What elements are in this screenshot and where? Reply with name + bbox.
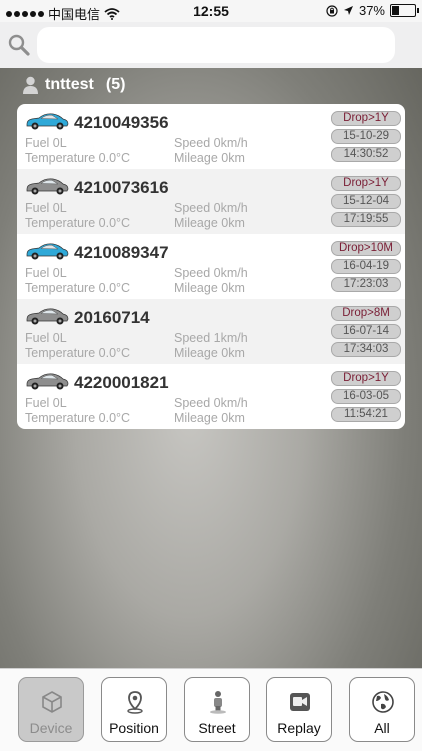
date-badge: 15-12-04: [331, 194, 401, 209]
time-badge: 11:54:21: [331, 407, 401, 422]
cube-icon: [42, 691, 62, 713]
mileage-value: Mileage 0km: [174, 216, 245, 230]
video-replay-icon: [290, 693, 310, 711]
location-arrow-icon: [343, 6, 353, 15]
mileage-value: Mileage 0km: [174, 411, 245, 425]
drop-badge: Drop>1Y: [331, 111, 401, 126]
device-row[interactable]: 4210049356 Fuel 0L Temperature 0.0°C Speed …: [17, 104, 405, 169]
mileage-value: Mileage 0km: [174, 151, 245, 165]
speed-value: Speed 0km/h: [174, 136, 248, 150]
location-pin-icon: [127, 691, 143, 714]
tab-label: Replay: [277, 720, 321, 736]
time-badge: 17:34:03: [331, 342, 401, 357]
car-icon: [26, 308, 69, 325]
time-badge: 17:19:55: [331, 212, 401, 227]
device-row[interactable]: 20160714 Fuel 0L Temperature 0.0°C Speed 1k…: [17, 299, 405, 364]
fuel-value: Fuel 0L: [25, 396, 67, 410]
temperature-value: Temperature 0.0°C: [25, 281, 131, 295]
orientation-lock-icon: [326, 4, 338, 17]
group-name: tnttest: [45, 76, 94, 93]
drop-badge: Drop>10M: [331, 241, 401, 256]
speed-value: Speed 1km/h: [174, 331, 248, 345]
device-id: 4220001821: [74, 373, 169, 392]
street-person-icon: [210, 691, 226, 714]
temperature-value: Temperature 0.0°C: [25, 216, 131, 230]
date-badge: 16-04-19: [331, 259, 401, 274]
fuel-value: Fuel 0L: [25, 136, 67, 150]
search-icon: [8, 34, 30, 56]
time-badge: 17:23:03: [331, 277, 401, 292]
battery-percent: 37%: [358, 3, 385, 18]
device-id: 4210049356: [74, 113, 169, 132]
tab-label: Position: [109, 720, 159, 736]
search-bar: [0, 22, 422, 68]
tab-street[interactable]: Street: [184, 677, 250, 742]
device-row[interactable]: 4220001821 Fuel 0L Temperature 0.0°C Speed …: [17, 364, 405, 429]
car-icon: [26, 373, 69, 390]
temperature-value: Temperature 0.0°C: [25, 346, 131, 360]
mileage-value: Mileage 0km: [174, 281, 245, 295]
drop-badge: Drop>8M: [331, 306, 401, 321]
date-badge: 16-03-05: [331, 389, 401, 404]
car-icon: [26, 243, 69, 260]
group-count: (5): [105, 76, 126, 93]
tab-label: Street: [198, 720, 236, 736]
device-id: 4210073616: [74, 178, 169, 197]
globe-icon: [372, 691, 394, 713]
device-row[interactable]: 4210073616 Fuel 0L Temperature 0.0°C Speed …: [17, 169, 405, 234]
mileage-value: Mileage 0km: [174, 346, 245, 360]
tab-label: All: [374, 720, 390, 736]
device-id: 4210089347: [74, 243, 169, 262]
car-icon: [26, 178, 69, 195]
tab-all[interactable]: All: [349, 677, 415, 742]
date-badge: 16-07-14: [331, 324, 401, 339]
device-row[interactable]: 4210089347 Fuel 0L Temperature 0.0°C Speed …: [17, 234, 405, 299]
search-input[interactable]: [37, 27, 395, 63]
battery-icon: [390, 4, 419, 17]
speed-value: Speed 0km/h: [174, 266, 248, 280]
group-header[interactable]: tnttest (5): [22, 76, 125, 94]
time-badge: 14:30:52: [331, 147, 401, 162]
fuel-value: Fuel 0L: [25, 201, 67, 215]
device-id: 20160714: [74, 308, 150, 327]
date-badge: 15-10-29: [331, 129, 401, 144]
device-list: 4210049356 Fuel 0L Temperature 0.0°C Speed …: [17, 104, 405, 429]
drop-badge: Drop>1Y: [331, 371, 401, 386]
tab-bar: Device Position Street Replay All: [0, 668, 422, 751]
user-icon: [23, 76, 38, 94]
fuel-value: Fuel 0L: [25, 331, 67, 345]
temperature-value: Temperature 0.0°C: [25, 151, 131, 165]
car-icon: [26, 113, 69, 130]
tab-replay[interactable]: Replay: [266, 677, 332, 742]
speed-value: Speed 0km/h: [174, 396, 248, 410]
temperature-value: Temperature 0.0°C: [25, 411, 131, 425]
tab-position[interactable]: Position: [101, 677, 167, 742]
tab-device[interactable]: Device: [18, 677, 84, 742]
speed-value: Speed 0km/h: [174, 201, 248, 215]
tab-label: Device: [29, 720, 73, 736]
fuel-value: Fuel 0L: [25, 266, 67, 280]
drop-badge: Drop>1Y: [331, 176, 401, 191]
status-bar: 中国电信 12:55 37%: [0, 0, 422, 22]
